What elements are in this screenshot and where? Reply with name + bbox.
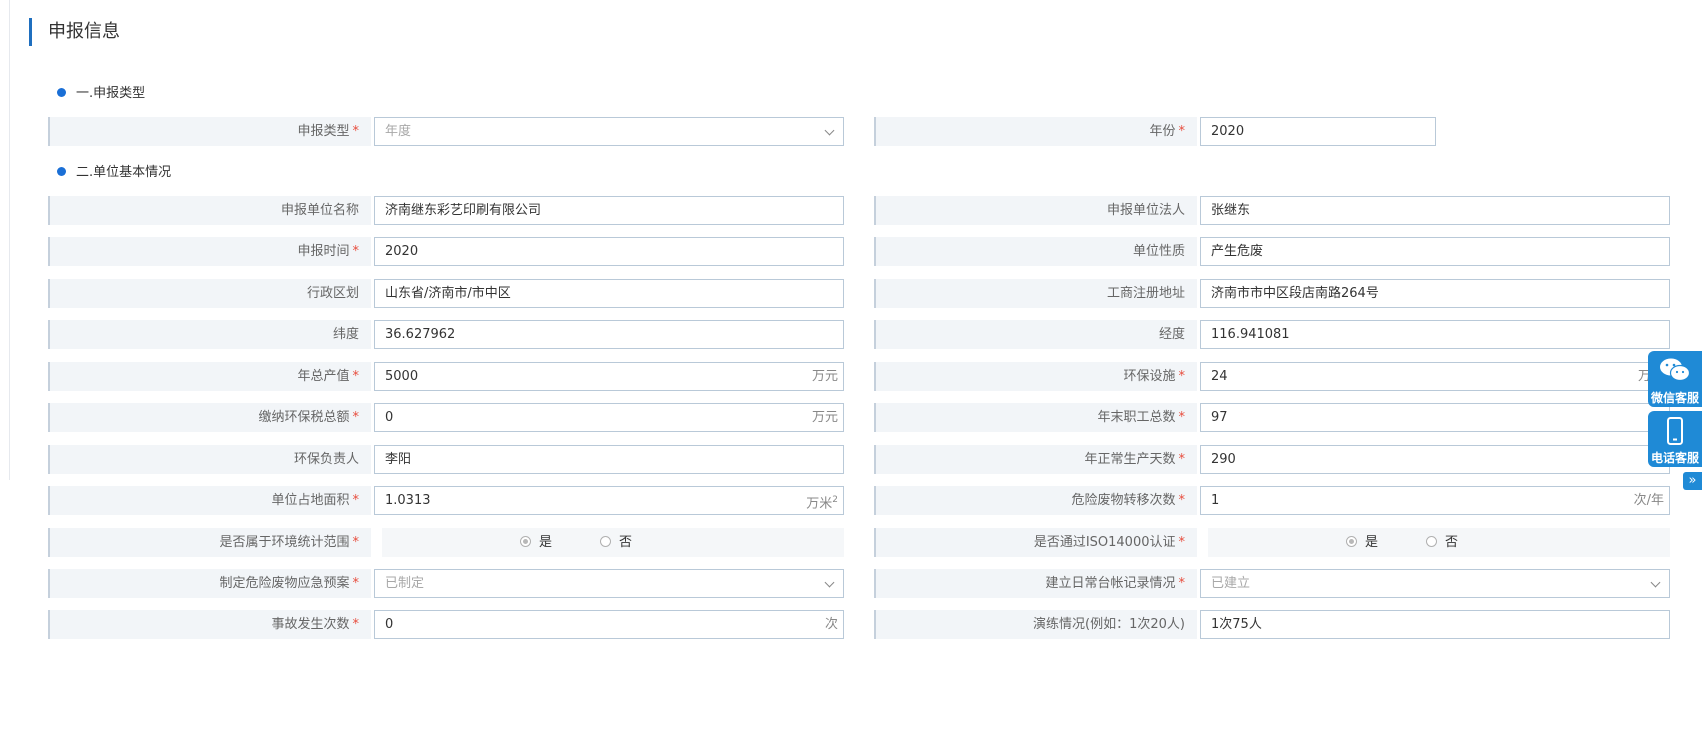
- reg-address-input[interactable]: 济南市市中区段店南路264号: [1200, 279, 1670, 308]
- declare-type-label: 申报类型 *: [48, 117, 371, 146]
- reg-address-label: 工商注册地址: [874, 279, 1197, 308]
- form-row: 事故发生次数 * 0次 演练情况(例如：1次20人) 1次75人: [48, 610, 1670, 639]
- admin-region-input[interactable]: 山东省/济南市/市中区: [374, 279, 844, 308]
- bullet-dot-icon: [57, 88, 66, 97]
- page-title: 申报信息: [29, 18, 120, 46]
- land-area-input[interactable]: 1.0313 万米2: [374, 486, 844, 515]
- transfer-count-label: 危险废物转移次数 *: [874, 486, 1197, 515]
- chevron-down-icon: [1650, 577, 1661, 588]
- chevron-down-icon: [824, 577, 835, 588]
- section-type-title: 一.申报类型: [57, 84, 145, 104]
- unit-label: 万元: [811, 369, 838, 384]
- drill-label: 演练情况(例如：1次20人): [874, 610, 1197, 639]
- year-input[interactable]: 2020: [1200, 117, 1436, 146]
- legal-person-input[interactable]: 张继东: [1200, 196, 1670, 225]
- radio-unchecked-icon: [1426, 536, 1437, 547]
- env-stat-radio-group: 是 否: [382, 528, 844, 557]
- env-facility-label: 环保设施 *: [874, 362, 1197, 391]
- latitude-label: 纬度: [48, 320, 371, 349]
- form-row: 纬度 36.627962 经度 116.941081: [48, 320, 1670, 349]
- form-row: 申报类型 * 年度 年份 * 2020: [48, 117, 1670, 146]
- production-days-label: 年正常生产天数 *: [874, 445, 1197, 474]
- phone-service-button[interactable]: 电话客服: [1648, 411, 1702, 467]
- daily-ledger-label: 建立日常台帐记录情况 *: [874, 569, 1197, 598]
- declare-type-select[interactable]: 年度: [374, 117, 844, 146]
- unit-label: 次/年: [1633, 493, 1664, 508]
- year-label: 年份 *: [874, 117, 1197, 146]
- form-row: 年总产值* 5000万元 环保设施* 24万元: [48, 362, 1670, 391]
- left-divider: [9, 0, 10, 480]
- radio-unchecked-icon: [600, 536, 611, 547]
- section-basic-title: 二.单位基本情况: [57, 163, 171, 183]
- annual-output-label: 年总产值 *: [48, 362, 371, 391]
- iso14000-radio-group: 是 否: [1208, 528, 1670, 557]
- unit-label: 次: [824, 617, 838, 632]
- iso14000-no-radio[interactable]: 否: [1426, 528, 1458, 557]
- wechat-service-button[interactable]: 微信客服: [1648, 351, 1702, 407]
- iso14000-yes-radio[interactable]: 是: [1346, 528, 1378, 557]
- env-stat-no-radio[interactable]: 否: [600, 528, 632, 557]
- emergency-plan-label: 制定危险废物应急预案 *: [48, 569, 371, 598]
- unit-label: 万米2: [806, 495, 838, 512]
- admin-region-label: 行政区划: [48, 279, 371, 308]
- unit-label: 万元: [811, 410, 838, 425]
- env-stat-yes-radio[interactable]: 是: [520, 528, 552, 557]
- form-row: 是否属于环境统计范围 * 是 否 是否通过ISO14000认证 * 是 否: [48, 528, 1670, 557]
- daily-ledger-select[interactable]: 已建立: [1200, 569, 1670, 598]
- unit-name-input[interactable]: 济南继东彩艺印刷有限公司: [374, 196, 844, 225]
- latitude-input[interactable]: 36.627962: [374, 320, 844, 349]
- drill-input[interactable]: 1次75人: [1200, 610, 1670, 639]
- chevron-down-icon: [824, 125, 835, 136]
- form-row: 环保负责人 李阳 年正常生产天数* 290天: [48, 445, 1670, 474]
- form-row: 单位占地面积 * 1.0313 万米2 危险废物转移次数 * 1 次/年: [48, 486, 1670, 515]
- annual-output-input[interactable]: 5000 万元: [374, 362, 844, 391]
- longitude-label: 经度: [874, 320, 1197, 349]
- form-row: 制定危险废物应急预案 * 已制定 建立日常台帐记录情况 * 已建立: [48, 569, 1670, 598]
- form-row: 行政区划 山东省/济南市/市中区 工商注册地址 济南市市中区段店南路264号: [48, 279, 1670, 308]
- radio-checked-icon: [1346, 536, 1357, 547]
- bullet-dot-icon: [57, 167, 66, 176]
- section-basic-label: 二.单位基本情况: [76, 165, 172, 180]
- legal-person-label: 申报单位法人: [874, 196, 1197, 225]
- collapse-side-button[interactable]: »: [1683, 472, 1702, 490]
- emergency-plan-select[interactable]: 已制定: [374, 569, 844, 598]
- wechat-icon: [1660, 358, 1691, 382]
- env-stat-label: 是否属于环境统计范围 *: [48, 528, 371, 557]
- production-days-input[interactable]: 290天: [1200, 445, 1670, 474]
- form-row: 申报单位名称 济南继东彩艺印刷有限公司 申报单位法人 张继东: [48, 196, 1670, 225]
- land-area-label: 单位占地面积 *: [48, 486, 371, 515]
- unit-nature-label: 单位性质: [874, 237, 1197, 266]
- unit-nature-input[interactable]: 产生危废: [1200, 237, 1670, 266]
- unit-name-label: 申报单位名称: [48, 196, 371, 225]
- employees-input[interactable]: 97: [1200, 403, 1670, 432]
- employees-label: 年末职工总数 *: [874, 403, 1197, 432]
- env-tax-input[interactable]: 0 万元: [374, 403, 844, 432]
- declare-time-input[interactable]: 2020: [374, 237, 844, 266]
- env-manager-label: 环保负责人: [48, 445, 371, 474]
- form-row: 申报时间 * 2020 单位性质 产生危废: [48, 237, 1670, 266]
- env-manager-input[interactable]: 李阳: [374, 445, 844, 474]
- declare-time-label: 申报时间 *: [48, 237, 371, 266]
- longitude-input[interactable]: 116.941081: [1200, 320, 1670, 349]
- env-tax-label: 缴纳环保税总额 *: [48, 403, 371, 432]
- transfer-count-input[interactable]: 1 次/年: [1200, 486, 1670, 515]
- env-facility-input[interactable]: 24万元: [1200, 362, 1670, 391]
- iso14000-label: 是否通过ISO14000认证 *: [874, 528, 1197, 557]
- accident-count-input[interactable]: 0次: [374, 610, 844, 639]
- phone-icon: [1667, 417, 1683, 445]
- accident-count-label: 事故发生次数 *: [48, 610, 371, 639]
- section-type-label: 一.申报类型: [76, 86, 146, 101]
- radio-checked-icon: [520, 536, 531, 547]
- form-row: 缴纳环保税总额 * 0 万元 年末职工总数 * 97: [48, 403, 1670, 432]
